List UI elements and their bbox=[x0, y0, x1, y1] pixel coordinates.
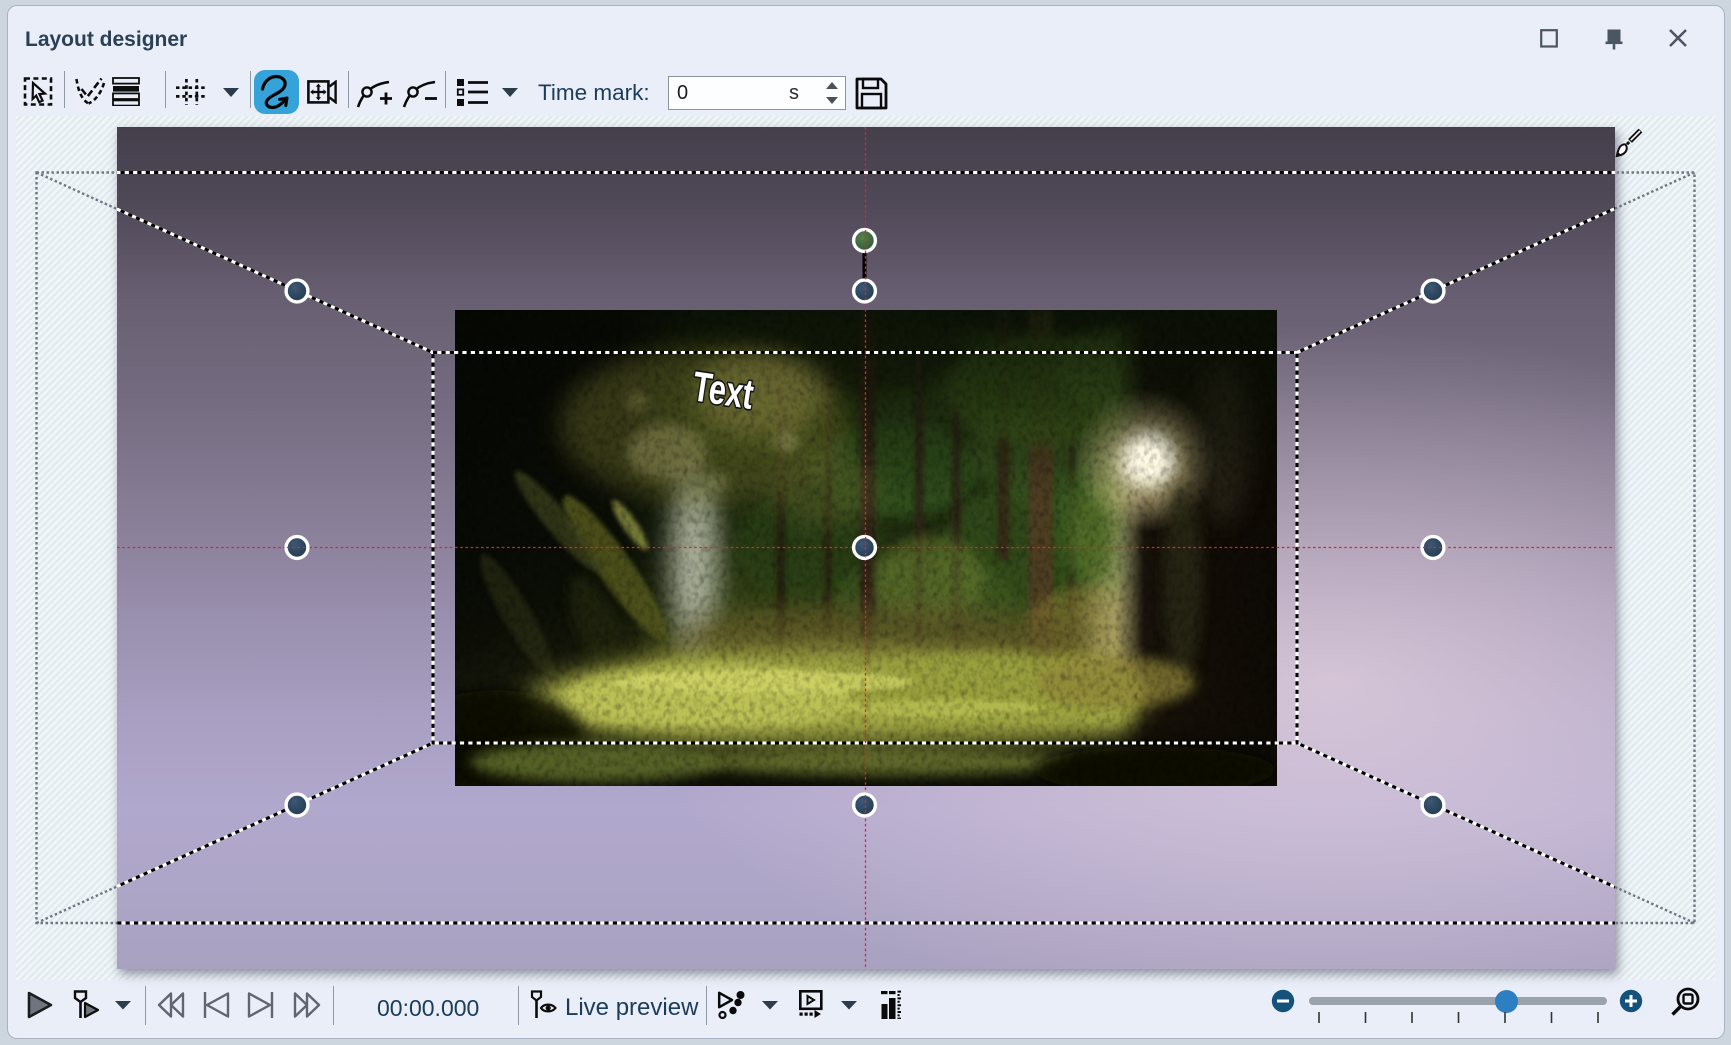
svg-text:Text: Text bbox=[690, 363, 757, 418]
